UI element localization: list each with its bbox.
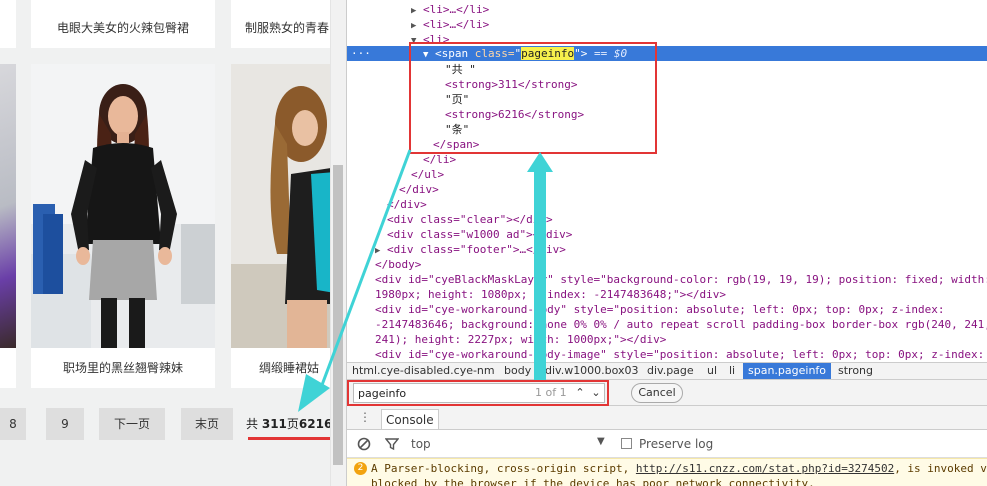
gallery-caption[interactable]: 职场里的黑丝翘臀辣妹 (31, 348, 215, 388)
dom-node-text: <li>…</li> (423, 3, 490, 16)
total-pages: 311 (261, 417, 287, 431)
clear-console-icon[interactable] (357, 437, 371, 451)
warning-link[interactable]: http://s11.cnzz.com/stat.php?id=3274502 (636, 462, 894, 475)
dom-node[interactable]: </div> (399, 182, 439, 197)
dom-node-wrap[interactable]: 1980px; height: 1080px; z-index: -214748… (375, 287, 726, 302)
page-info: 共 311页6216条 (246, 408, 336, 440)
annotation-box (409, 42, 657, 154)
gallery-caption[interactable]: 电眼大美女的火辣包臀裙 (31, 8, 215, 48)
dom-node[interactable]: </li> (423, 152, 456, 167)
expand-triangle-icon[interactable]: ▶ (375, 246, 380, 256)
preserve-log-label[interactable]: Preserve log (639, 437, 713, 451)
webpage-viewport: 电眼大美女的火辣包臀裙 制服熟女的青春 职场里的黑丝翘臀辣妹 绸缎睡裙姑 8 9… (0, 0, 346, 486)
dom-node-wrap[interactable]: 241); height: 2227px; width: 1000px;"></… (375, 332, 666, 347)
warning-text: A Parser-blocking, cross-origin script, (371, 462, 636, 475)
product-photo[interactable] (231, 64, 341, 348)
devtools-panel: ▶ <li>…</li> ▶ <li>…</li> ▼ <li> ··· ▼ <… (346, 0, 987, 486)
warning-message: A Parser-blocking, cross-origin script, … (371, 462, 987, 475)
page-info-pages-word: 页 (286, 417, 299, 431)
console-toolbar: top ▼ Preserve log (347, 430, 987, 458)
warning-text: , is invoked vi (894, 462, 987, 475)
gallery-card[interactable]: 电眼大美女的火辣包臀裙 (31, 0, 215, 48)
product-photo[interactable] (31, 64, 215, 348)
gallery-card[interactable]: 绸缎睡裙姑 (231, 64, 341, 388)
chevron-down-icon[interactable]: ▼ (597, 436, 605, 447)
expand-triangle-icon[interactable]: ▶ (411, 21, 416, 31)
breadcrumb: html.cye-disabled.cye-nm body div.w1000.… (347, 362, 987, 380)
dom-node[interactable]: </body> (375, 257, 421, 272)
filter-icon[interactable] (385, 437, 399, 451)
product-photo[interactable] (0, 64, 16, 348)
dom-node[interactable]: <div id="cye-workaround-body" style="pos… (375, 302, 945, 317)
tab-console[interactable]: Console (381, 409, 439, 429)
warning-message-cont: blocked by the browser if the device has… (371, 477, 815, 486)
console-warning: 2 A Parser-blocking, cross-origin script… (347, 458, 987, 486)
gallery-card[interactable]: 职场里的黑丝翘臀辣妹 (31, 64, 215, 388)
gallery-card[interactable] (0, 64, 16, 388)
breadcrumb-item[interactable]: strong (833, 363, 878, 379)
cancel-button[interactable]: Cancel (631, 383, 683, 403)
breadcrumb-item[interactable]: div.w1000.box03 (540, 363, 644, 379)
breadcrumb-item-current[interactable]: span.pageinfo (743, 363, 832, 379)
dom-node[interactable]: <div id="cye-workaround-body-image" styl… (375, 347, 984, 362)
page-scrollbar-thumb[interactable] (333, 165, 343, 465)
dom-node[interactable]: </ul> (411, 167, 444, 182)
product-photo-art (31, 64, 215, 348)
page-link-9[interactable]: 9 (46, 408, 84, 440)
page-info-prefix: 共 (246, 417, 259, 431)
page-link-8[interactable]: 8 (0, 408, 26, 440)
breadcrumb-item[interactable]: html.cye-disabled.cye-nm (347, 363, 500, 379)
dom-node-text: <li>…</li> (423, 18, 490, 31)
warning-count-badge: 2 (354, 462, 367, 475)
product-photo-art (231, 64, 341, 348)
gallery-card[interactable] (0, 0, 16, 48)
drawer-tabbar: ⋮ Console (347, 406, 987, 430)
breadcrumb-item[interactable]: body (499, 363, 536, 379)
total-items: 6216 (298, 417, 333, 431)
dom-node[interactable]: </div> (387, 197, 427, 212)
breadcrumb-item[interactable]: ul (702, 363, 722, 379)
dom-node-text: <div class="footer">…</div> (387, 243, 566, 256)
annotation-box (347, 380, 609, 406)
expand-triangle-icon[interactable]: ▶ (411, 6, 416, 16)
preserve-log-checkbox[interactable] (621, 438, 632, 449)
dom-node[interactable]: <div id="cyeBlackMaskLayer" style="backg… (375, 272, 987, 287)
context-selector[interactable]: top (411, 437, 431, 451)
gallery-caption[interactable]: 绸缎睡裙姑 (231, 348, 341, 388)
gallery-card[interactable]: 制服熟女的青春 (231, 0, 341, 48)
next-page-button[interactable]: 下一页 (99, 408, 165, 440)
dom-node[interactable]: <div class="w1000 ad"></div> (387, 227, 572, 242)
dom-node-wrap[interactable]: -2147483646; background: none 0% 0% / au… (375, 317, 987, 332)
row-menu-icon[interactable]: ··· (351, 46, 371, 61)
drawer-menu-icon[interactable]: ⋮ (359, 410, 371, 424)
breadcrumb-item[interactable]: div.page (642, 363, 699, 379)
annotation-underline (248, 437, 332, 440)
gallery-caption[interactable]: 制服熟女的青春 (231, 8, 341, 48)
dom-node[interactable]: <div class="clear"></div> (387, 212, 553, 227)
breadcrumb-item[interactable]: li (724, 363, 740, 379)
last-page-button[interactable]: 末页 (181, 408, 233, 440)
